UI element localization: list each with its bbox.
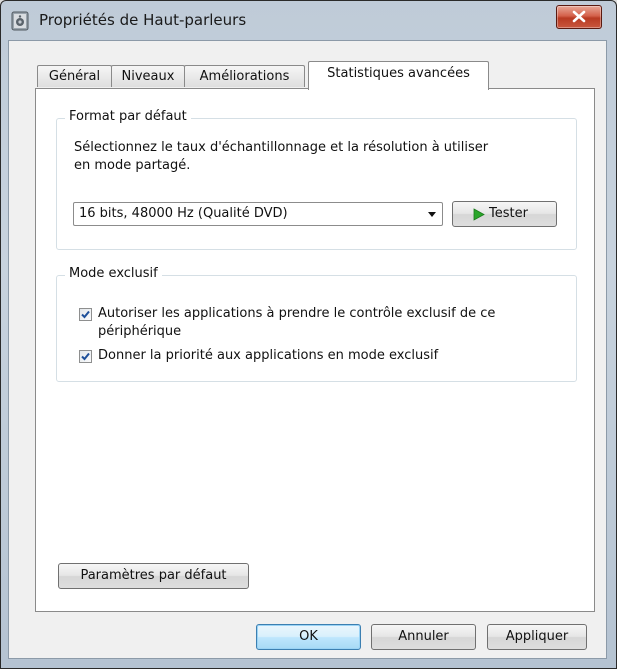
- restore-defaults-button[interactable]: Paramètres par défaut: [58, 563, 249, 589]
- tab-enhancements[interactable]: Améliorations: [184, 65, 305, 87]
- speaker-properties-icon: [11, 11, 29, 31]
- exclusive-priority-checkbox[interactable]: [79, 350, 92, 363]
- play-icon: [473, 208, 485, 225]
- tab-panel-advanced: Format par défaut Sélectionnez le taux d…: [35, 88, 595, 612]
- tab-general[interactable]: Général: [37, 65, 112, 87]
- test-button[interactable]: Tester: [452, 201, 557, 227]
- cancel-button[interactable]: Annuler: [371, 624, 476, 650]
- ok-button[interactable]: OK: [256, 624, 361, 650]
- chevron-down-icon: [428, 212, 436, 217]
- sample-rate-select[interactable]: 16 bits, 48000 Hz (Qualité DVD): [73, 202, 443, 226]
- apply-button[interactable]: Appliquer: [487, 624, 587, 650]
- format-description-line2: en mode partagé.: [74, 158, 191, 173]
- window-title: Propriétés de Haut-parleurs: [39, 11, 247, 29]
- exclusive-mode-group: Mode exclusif Autoriser les applications…: [56, 266, 577, 382]
- checkmark-icon: [81, 310, 90, 319]
- tab-advanced[interactable]: Statistiques avancées: [308, 61, 489, 90]
- default-format-group: Format par défaut Sélectionnez le taux d…: [56, 109, 577, 250]
- default-format-legend: Format par défaut: [65, 109, 191, 124]
- allow-exclusive-control-label-line2[interactable]: périphérique: [98, 323, 181, 340]
- format-description-line1: Sélectionnez le taux d'échantillonnage e…: [74, 140, 489, 155]
- tab-levels[interactable]: Niveaux: [111, 65, 185, 87]
- exclusive-mode-legend: Mode exclusif: [65, 266, 162, 281]
- title-bar[interactable]: Propriétés de Haut-parleurs: [1, 1, 616, 41]
- checkmark-icon: [81, 352, 90, 361]
- exclusive-priority-label[interactable]: Donner la priorité aux applications en m…: [98, 347, 438, 364]
- close-button[interactable]: [556, 5, 602, 29]
- allow-exclusive-control-checkbox[interactable]: [79, 308, 92, 321]
- test-button-label: Tester: [489, 206, 528, 221]
- sample-rate-select-value: 16 bits, 48000 Hz (Qualité DVD): [79, 206, 288, 221]
- allow-exclusive-control-label-line1[interactable]: Autoriser les applications à prendre le …: [98, 305, 495, 322]
